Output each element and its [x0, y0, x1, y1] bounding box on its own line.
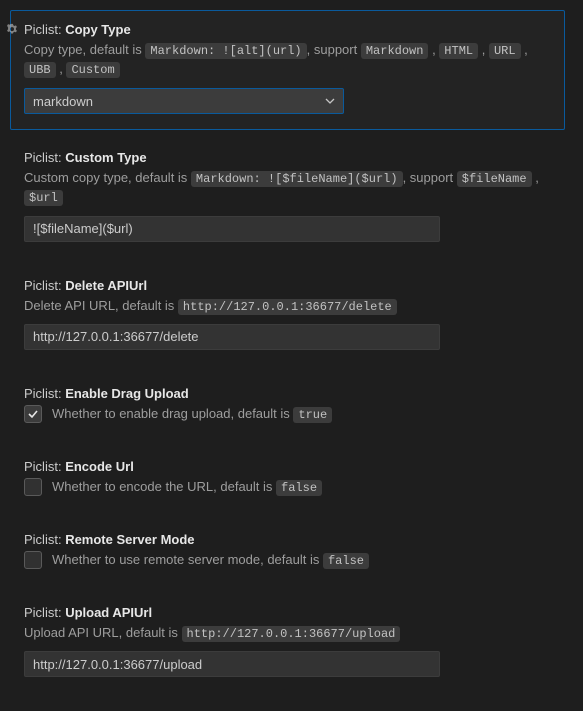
setting-upload-api: Piclist: Upload APIUrl Upload API URL, d… [10, 593, 565, 693]
setting-copy-type: Piclist: Copy Type Copy type, default is… [10, 10, 565, 130]
setting-custom-type: Piclist: Custom Type Custom copy type, d… [10, 138, 565, 258]
remote-mode-checkbox[interactable] [24, 551, 42, 569]
setting-title: Piclist: Upload APIUrl [24, 605, 551, 620]
settings-container: Piclist: Copy Type Copy type, default is… [0, 0, 583, 711]
setting-description: Upload API URL, default is http://127.0.… [24, 624, 551, 643]
setting-description: Delete API URL, default is http://127.0.… [24, 297, 551, 316]
encode-url-checkbox[interactable] [24, 478, 42, 496]
delete-api-input[interactable] [24, 324, 440, 350]
custom-type-input[interactable] [24, 216, 440, 242]
checkbox-label: Whether to enable drag upload, default i… [52, 406, 332, 422]
setting-title: Piclist: Encode Url [24, 459, 551, 474]
setting-title: Piclist: Enable Drag Upload [24, 386, 551, 401]
copy-type-select[interactable]: markdown [24, 88, 344, 114]
setting-remote-mode: Piclist: Remote Server Mode Whether to u… [10, 520, 565, 585]
gear-icon[interactable] [5, 23, 19, 37]
upload-api-input[interactable] [24, 651, 440, 677]
copy-type-select-wrapper: markdown [24, 88, 344, 114]
setting-description: Copy type, default is Markdown: ![alt](u… [24, 41, 551, 80]
checkbox-label: Whether to encode the URL, default is fa… [52, 479, 322, 495]
setting-enable-drag: Piclist: Enable Drag Upload Whether to e… [10, 374, 565, 439]
checkbox-label: Whether to use remote server mode, defau… [52, 552, 369, 568]
setting-delete-api: Piclist: Delete APIUrl Delete API URL, d… [10, 266, 565, 366]
check-icon [27, 408, 39, 420]
setting-title: Piclist: Copy Type [24, 22, 551, 37]
enable-drag-checkbox[interactable] [24, 405, 42, 423]
setting-title: Piclist: Custom Type [24, 150, 551, 165]
setting-encode-url: Piclist: Encode Url Whether to encode th… [10, 447, 565, 512]
setting-description: Custom copy type, default is Markdown: !… [24, 169, 551, 208]
setting-title: Piclist: Delete APIUrl [24, 278, 551, 293]
setting-title: Piclist: Remote Server Mode [24, 532, 551, 547]
